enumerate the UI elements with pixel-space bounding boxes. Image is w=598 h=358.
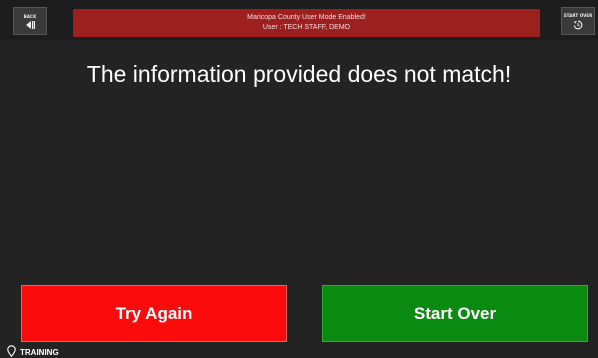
try-again-button[interactable]: Try Again	[21, 285, 287, 342]
banner-user-text: User : TECH STAFF, DEMO	[262, 24, 351, 31]
start-over-button[interactable]: Start Over	[322, 285, 588, 342]
start-over-corner-button[interactable]: START OVER	[561, 7, 595, 35]
try-again-label: Try Again	[115, 303, 193, 323]
training-label: TRAINING	[20, 348, 59, 357]
banner-mode-text: Maricopa County User Mode Enabled!	[247, 14, 366, 21]
start-over-corner-label: START OVER	[563, 12, 593, 18]
location-pin-icon	[7, 345, 16, 357]
back-label: BACK	[23, 13, 37, 19]
restart-icon	[573, 20, 583, 29]
top-bar: BACK Maricopa County User Mode Enabled! …	[0, 0, 598, 40]
start-over-label: Start Over	[413, 303, 497, 323]
training-indicator: TRAINING	[7, 345, 59, 357]
user-mode-banner: Maricopa County User Mode Enabled! User …	[73, 9, 540, 37]
error-message: The information provided does not match!	[86, 61, 512, 87]
back-button[interactable]: BACK	[13, 7, 47, 35]
back-step-icon	[26, 20, 35, 29]
